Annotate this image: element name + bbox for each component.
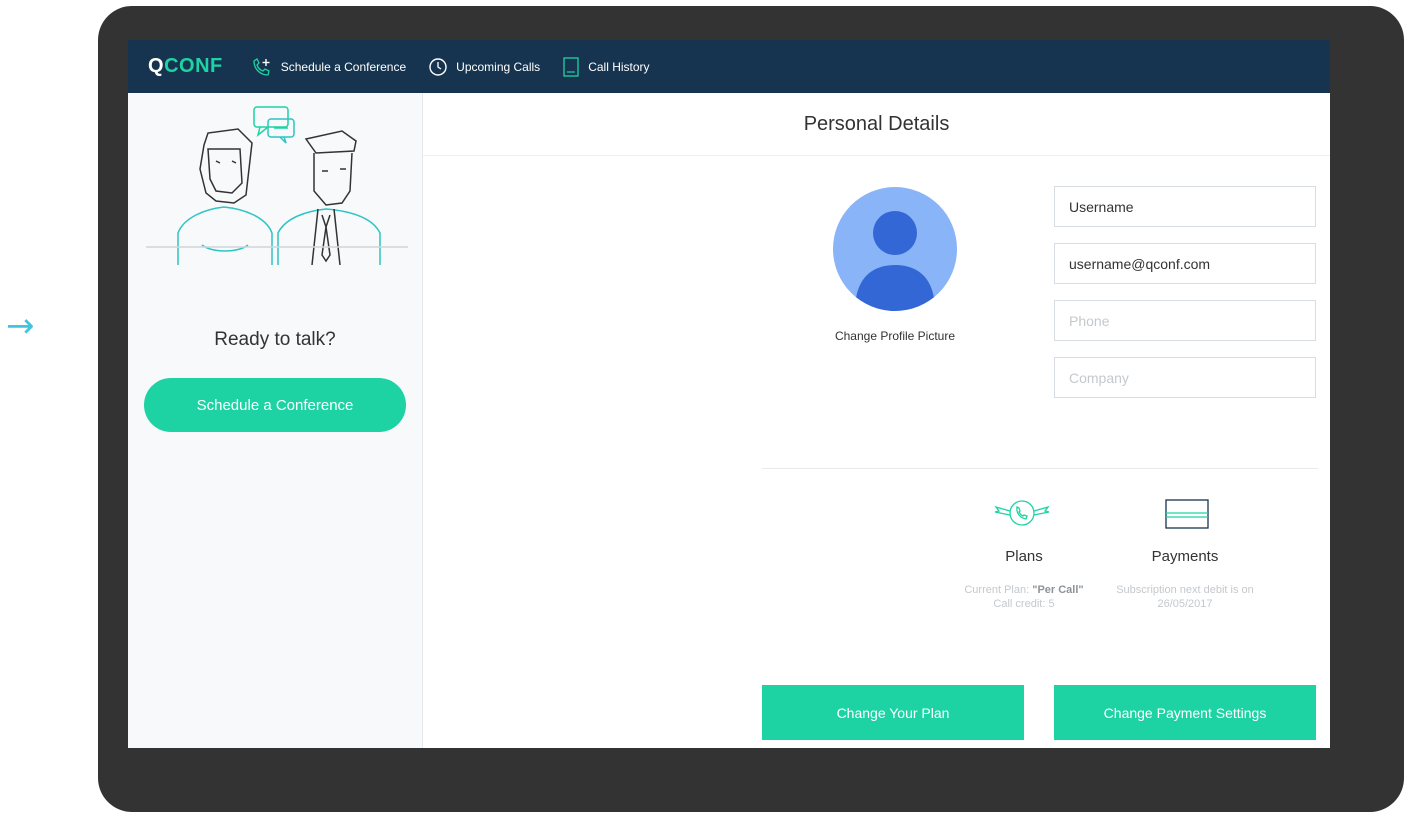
change-plan-button[interactable]: Change Your Plan (762, 685, 1024, 740)
username-field[interactable] (1054, 186, 1316, 227)
nav-upcoming-calls[interactable]: Upcoming Calls (428, 57, 540, 77)
winged-phone-icon (994, 500, 1050, 526)
plans-desc-prefix: Current Plan: (964, 584, 1033, 596)
phone-field[interactable] (1054, 300, 1316, 341)
two-people-talking-illustration (146, 106, 408, 265)
change-payment-settings-button[interactable]: Change Payment Settings (1054, 685, 1316, 740)
call-credit-text: Call credit: 5 (993, 598, 1055, 610)
payments-desc-line1: Subscription next debit is on (1116, 584, 1254, 596)
avatar[interactable] (833, 187, 957, 311)
nav-schedule-label: Schedule a Conference (280, 59, 407, 74)
page-title: Personal Details (423, 93, 1330, 156)
section-divider (762, 468, 1318, 469)
logo-conf: CONF (164, 55, 223, 77)
user-avatar-icon (855, 211, 935, 311)
next-debit-date: 26/05/2017 (1157, 598, 1213, 610)
nav-upcoming-label: Upcoming Calls (456, 59, 541, 74)
sidebar: Ready to talk? Schedule a Conference (128, 93, 423, 748)
credit-card-icon (1165, 499, 1209, 529)
top-navbar: QCONF Schedule a Conference Upcoming Cal… (128, 40, 1330, 93)
app-logo[interactable]: QCONF (148, 55, 223, 78)
ready-to-talk-heading: Ready to talk? (214, 329, 336, 350)
app-screen: QCONF Schedule a Conference Upcoming Cal… (128, 40, 1330, 748)
nav-schedule-conference[interactable]: Schedule a Conference (251, 57, 406, 77)
logo-q: Q (148, 55, 165, 77)
change-profile-picture-link[interactable]: Change Profile Picture (795, 329, 995, 343)
arrow-right-icon: → (6, 306, 35, 346)
nav-call-history[interactable]: Call History (562, 56, 650, 77)
company-field[interactable] (1054, 357, 1316, 398)
main-content: Personal Details Change Profile Picture … (423, 93, 1330, 748)
payments-description: Subscription next debit is on 26/05/2017 (1054, 583, 1316, 611)
nav-history-label: Call History (588, 59, 650, 74)
email-field[interactable] (1054, 243, 1316, 284)
payments-title: Payments (1151, 548, 1219, 565)
clock-icon (429, 57, 447, 76)
phone-add-icon (253, 57, 270, 76)
schedule-conference-button[interactable]: Schedule a Conference (144, 378, 406, 432)
document-icon (563, 56, 579, 77)
